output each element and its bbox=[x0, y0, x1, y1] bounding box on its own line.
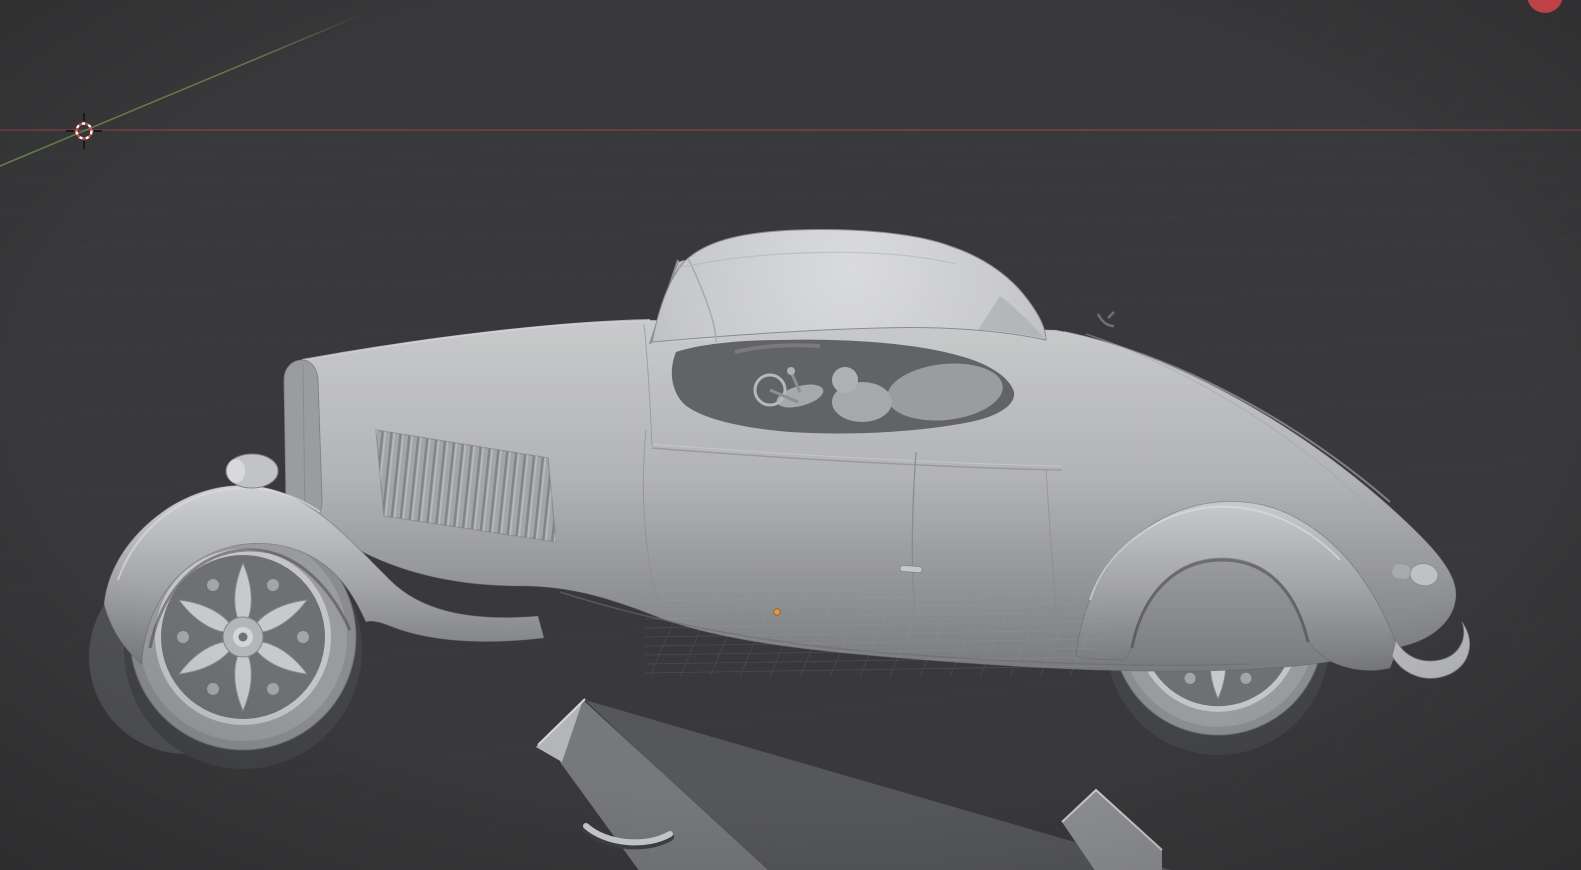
viewport-canvas[interactable] bbox=[0, 0, 1581, 870]
headlight bbox=[226, 454, 278, 488]
viewport-scene bbox=[0, 0, 1581, 870]
origin-point[interactable] bbox=[774, 609, 780, 615]
door-handle bbox=[900, 565, 922, 573]
